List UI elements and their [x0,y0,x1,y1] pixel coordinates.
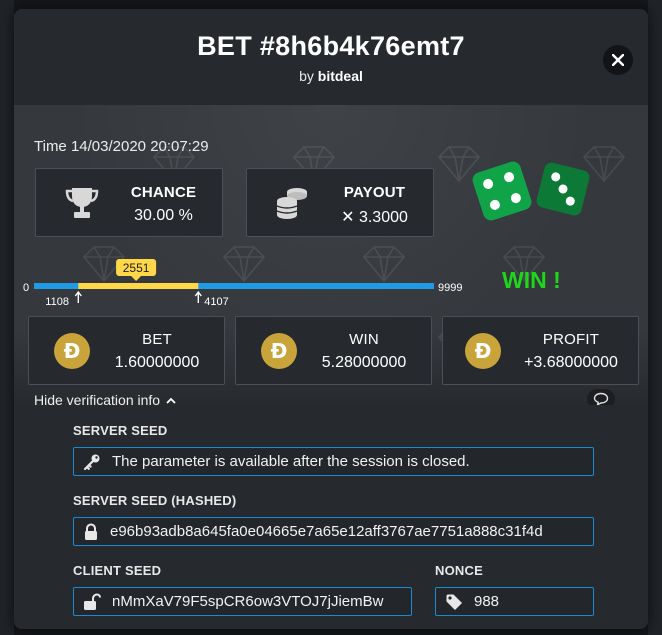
dice-icon [472,161,590,221]
close-button[interactable] [603,45,633,75]
server-seed-hashed-label: SERVER SEED (HASHED) [73,493,237,508]
bet-title: BET #8h6b4k76emt7 [197,31,465,61]
nonce-value: 988 [474,593,500,610]
slider-min-label: 0 [23,282,29,294]
chance-value: 30.00 % [134,207,193,224]
nonce-label: NONCE [435,563,483,578]
bet-amount-card: Ð BET 1.60000000 [28,316,225,385]
coin-stack-icon [276,188,307,219]
payout-label: PAYOUT [343,184,406,201]
modal-header: BET #8h6b4k76emt7 by bitdeal [14,9,648,105]
close-icon [612,54,624,66]
bet-details-modal: BET #8h6b4k76emt7 by bitdeal Time 14/03/… [14,9,648,629]
payout-card: PAYOUT ✕ 3.3000 [246,168,434,237]
client-seed-field[interactable]: nMmXaV79F5spCR6ow3VTOJ7jJiemBw [73,587,412,616]
slider-win-range [78,283,199,289]
bet-author: by bitdeal [14,68,648,84]
chance-label: CHANCE [130,184,197,201]
backdrop-right-edge [648,0,662,635]
win-amount-value: 5.28000000 [321,354,407,371]
range-high-marker: 4107 [194,290,229,308]
roll-value: 2551 [123,261,150,275]
bet-amount-value: 1.60000000 [114,354,200,371]
bet-time: Time 14/03/2020 20:07:29 [34,138,209,155]
time-value: 14/03/2020 20:07:29 [70,138,209,155]
backdrop-left-edge [0,0,14,635]
dogecoin-icon: Ð [465,333,501,369]
win-amount-label: WIN [349,331,379,348]
server-seed-label: SERVER SEED [73,423,168,438]
chevron-up-icon [166,397,176,404]
bet-amount-label: BET [142,331,172,348]
profit-amount-value: +3.68000000 [524,354,618,371]
profit-amount-label: PROFIT [542,331,600,348]
range-low-marker: 1108 [45,290,82,308]
server-seed-value: The parameter is available after the ses… [112,453,470,470]
trophy-icon [65,188,99,218]
chance-card: CHANCE 30.00 % [35,168,223,237]
server-seed-hashed-value: e96b93adb8a645fa0e04665e7a65e12aff3767ae… [110,523,543,540]
client-seed-value: nMmXaV79F5spCR6ow3VTOJ7jJiemBw [112,593,384,610]
client-seed-label: CLIENT SEED [73,563,162,578]
lock-icon [85,522,97,540]
bet-summary-panel: Time 14/03/2020 20:07:29 CHANCE 30.00 % [14,105,648,409]
server-seed-field[interactable]: The parameter is available after the ses… [73,447,594,476]
profit-amount-card: Ð PROFIT +3.68000000 [442,316,639,385]
author-name[interactable]: bitdeal [318,68,363,84]
verification-panel: SERVER SEED The parameter is available a… [14,405,648,629]
author-prefix: by [299,68,314,84]
payout-value: ✕ 3.3000 [341,209,408,226]
tag-icon [446,594,462,610]
nonce-field[interactable]: 988 [435,587,594,616]
unlock-icon [84,592,101,610]
server-seed-hashed-field[interactable]: e96b93adb8a645fa0e04665e7a65e12aff3767ae… [73,517,594,546]
roll-marker: 2551 [116,259,157,281]
dogecoin-icon: Ð [54,333,90,369]
slider-max-label: 9999 [438,282,462,294]
result-label: WIN ! [502,267,561,293]
range-low-label: 1108 [45,296,69,307]
dogecoin-icon: Ð [261,333,297,369]
win-amount-card: Ð WIN 5.28000000 [235,316,432,385]
range-high-label: 4107 [204,296,228,307]
chat-bubble-icon [593,392,609,406]
key-icon [83,454,100,470]
time-label: Time [34,138,67,155]
